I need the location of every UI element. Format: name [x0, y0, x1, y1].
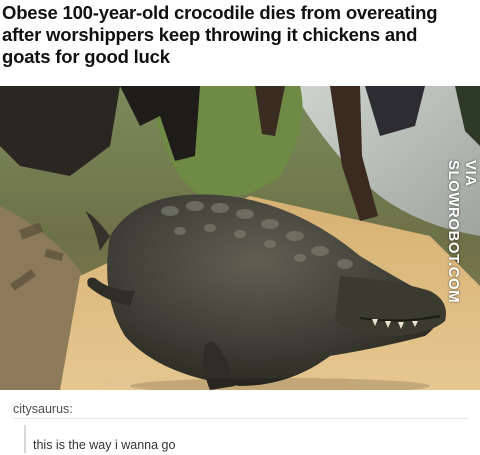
- post-divider: [13, 418, 468, 419]
- headline: Obese 100-year-old crocodile dies from o…: [2, 2, 478, 68]
- username-link[interactable]: citysaurus:: [13, 402, 73, 416]
- headline-line-3: goats for good luck: [2, 46, 170, 67]
- watermark-text: VIA SLOWROBOT.COM: [445, 160, 479, 304]
- headline-line-1: Obese 100-year-old crocodile dies from o…: [2, 2, 438, 23]
- post-text: this is the way i wanna go: [33, 438, 176, 452]
- crocodile-photo: [0, 86, 480, 390]
- headline-line-2: after worshippers keep throwing it chick…: [2, 24, 418, 45]
- quote-bar: [24, 425, 26, 453]
